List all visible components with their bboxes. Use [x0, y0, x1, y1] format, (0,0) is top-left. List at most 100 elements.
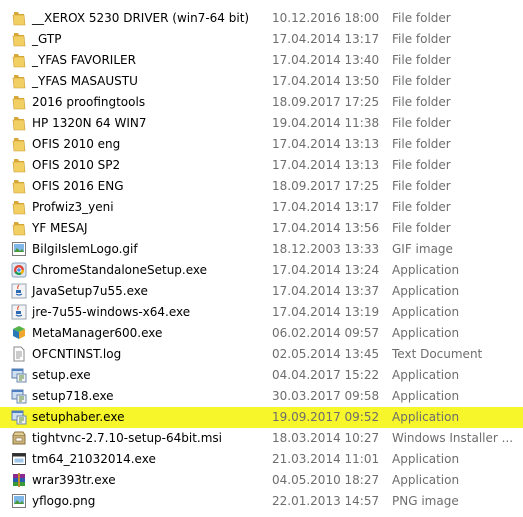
file-date-modified: 19.09.2017 09:52: [272, 410, 380, 424]
file-type: Application: [392, 284, 460, 298]
file-date-modified: 17.04.2014 13:50: [272, 74, 380, 88]
file-row[interactable]: ChromeStandaloneSetup.exe 17.04.2014 13:2…: [0, 260, 523, 281]
text-document-icon: [11, 346, 27, 362]
file-row[interactable]: _GTP 17.04.2014 13:17 File folder: [0, 29, 523, 50]
winrar-icon: [11, 472, 27, 488]
file-type: File folder: [392, 179, 451, 193]
file-type: Application: [392, 452, 460, 466]
file-type: Application: [392, 263, 460, 277]
file-row[interactable]: HP 1320N 64 WIN7 19.04.2014 11:38 File fol…: [0, 113, 523, 134]
file-type: File folder: [392, 11, 451, 25]
file-name: tm64_21032014.exe: [32, 452, 156, 466]
file-name: OFIS 2010 eng: [32, 137, 121, 151]
file-date-modified: 22.01.2013 14:57: [272, 494, 380, 508]
folder-icon: [11, 178, 27, 194]
java-icon: [11, 283, 27, 299]
folder-icon: [11, 73, 27, 89]
file-date-modified: 17.04.2014 13:37: [272, 284, 380, 298]
file-name: setup.exe: [32, 368, 91, 382]
file-name: 2016 proofingtools: [32, 95, 146, 109]
file-date-modified: 02.05.2014 13:45: [272, 347, 380, 361]
file-row[interactable]: jre-7u55-windows-x64.exe 17.04.2014 13:19…: [0, 302, 523, 323]
file-type: Application: [392, 305, 460, 319]
file-type: File folder: [392, 137, 451, 151]
file-type: File folder: [392, 221, 451, 235]
folder-icon: [11, 52, 27, 68]
file-row[interactable]: BilgiIslemLogo.gif 18.12.2003 13:33 GIF im…: [0, 239, 523, 260]
file-row[interactable]: _YFAS MASAUSTU 17.04.2014 13:50 File folde…: [0, 71, 523, 92]
file-name: JavaSetup7u55.exe: [32, 284, 148, 298]
file-type: PNG image: [392, 494, 459, 508]
file-date-modified: 17.04.2014 13:19: [272, 305, 380, 319]
file-row[interactable]: tightvnc-2.7.10-setup-64bit.msi 18.03.201…: [0, 428, 523, 449]
file-date-modified: 18.03.2014 10:27: [272, 431, 380, 445]
folder-icon: [11, 31, 27, 47]
file-date-modified: 17.04.2014 13:17: [272, 32, 380, 46]
file-type: File folder: [392, 200, 451, 214]
file-row[interactable]: yflogo.png 22.01.2013 14:57 PNG image: [0, 491, 523, 512]
file-row[interactable]: wrar393tr.exe 04.05.2010 18:27 Application: [0, 470, 523, 491]
file-date-modified: 17.04.2014 13:40: [272, 53, 380, 67]
file-date-modified: 10.12.2016 18:00: [272, 11, 380, 25]
file-date-modified: 17.04.2014 13:56: [272, 221, 380, 235]
file-date-modified: 17.04.2014 13:13: [272, 137, 380, 151]
file-type: Application: [392, 410, 460, 424]
folder-icon: [11, 199, 27, 215]
file-type: Application: [392, 368, 460, 382]
file-name: _YFAS MASAUSTU: [32, 74, 138, 88]
file-type: Text Document: [392, 347, 483, 361]
folder-icon: [11, 94, 27, 110]
file-name: jre-7u55-windows-x64.exe: [32, 305, 191, 319]
file-row[interactable]: setup718.exe 30.03.2017 09:58 Application: [0, 386, 523, 407]
file-row[interactable]: setuphaber.exe 19.09.2017 09:52 Applicatio…: [0, 407, 523, 428]
installer-package-icon: [11, 430, 27, 446]
file-name: OFCNTINST.log: [32, 347, 122, 361]
file-name: tightvnc-2.7.10-setup-64bit.msi: [32, 431, 223, 445]
file-date-modified: 18.09.2017 17:25: [272, 95, 380, 109]
setup-icon: [11, 409, 27, 425]
image-file-icon: [11, 493, 27, 509]
file-row[interactable]: YF MESAJ 17.04.2014 13:56 File folder: [0, 218, 523, 239]
file-date-modified: 30.03.2017 09:58: [272, 389, 380, 403]
file-row[interactable]: JavaSetup7u55.exe 17.04.2014 13:37 Applica…: [0, 281, 523, 302]
setup-icon: [11, 367, 27, 383]
file-type: Application: [392, 389, 460, 403]
file-list: __XEROX 5230 DRIVER (win7-64 bit) 10.12.2…: [0, 0, 523, 517]
file-date-modified: 21.03.2014 11:01: [272, 452, 380, 466]
folder-icon: [11, 157, 27, 173]
file-row[interactable]: setup.exe 04.04.2017 15:22 Application: [0, 365, 523, 386]
file-name: _GTP: [32, 32, 62, 46]
file-date-modified: 18.09.2017 17:25: [272, 179, 380, 193]
file-row[interactable]: OFIS 2010 SP2 17.04.2014 13:13 File folder: [0, 155, 523, 176]
file-row[interactable]: OFCNTINST.log 02.05.2014 13:45 Text Docume…: [0, 344, 523, 365]
file-row[interactable]: __XEROX 5230 DRIVER (win7-64 bit) 10.12.2…: [0, 8, 523, 29]
file-date-modified: 04.04.2017 15:22: [272, 368, 380, 382]
file-type: Windows Installer ...: [392, 431, 514, 445]
image-file-icon: [11, 241, 27, 257]
file-name: YF MESAJ: [32, 221, 88, 235]
file-type: File folder: [392, 32, 451, 46]
file-name: setuphaber.exe: [32, 410, 125, 424]
file-date-modified: 19.04.2014 11:38: [272, 116, 380, 130]
file-type: File folder: [392, 158, 451, 172]
file-row[interactable]: Profwiz3_yeni 17.04.2014 13:17 File folder: [0, 197, 523, 218]
folder-icon: [11, 220, 27, 236]
file-row[interactable]: 2016 proofingtools 18.09.2017 17:25 File f…: [0, 92, 523, 113]
folder-icon: [11, 10, 27, 26]
folder-icon: [11, 115, 27, 131]
file-type: Application: [392, 473, 460, 487]
file-name: __XEROX 5230 DRIVER (win7-64 bit): [32, 11, 250, 25]
file-type: File folder: [392, 116, 451, 130]
file-row[interactable]: OFIS 2010 eng 17.04.2014 13:13 File folder: [0, 134, 523, 155]
file-row[interactable]: OFIS 2016 ENG 18.09.2017 17:25 File folder: [0, 176, 523, 197]
metamanager-icon: [11, 325, 27, 341]
file-row[interactable]: tm64_21032014.exe 21.03.2014 11:01 Applica…: [0, 449, 523, 470]
file-name: ChromeStandaloneSetup.exe: [32, 263, 208, 277]
file-name: OFIS 2010 SP2: [32, 158, 121, 172]
file-row[interactable]: MetaManager600.exe 06.02.2014 09:57 Applic…: [0, 323, 523, 344]
file-type: File folder: [392, 95, 451, 109]
file-type: Application: [392, 326, 460, 340]
setup-icon: [11, 388, 27, 404]
file-name: wrar393tr.exe: [32, 473, 116, 487]
file-row[interactable]: _YFAS FAVORILER 17.04.2014 13:40 File fold…: [0, 50, 523, 71]
